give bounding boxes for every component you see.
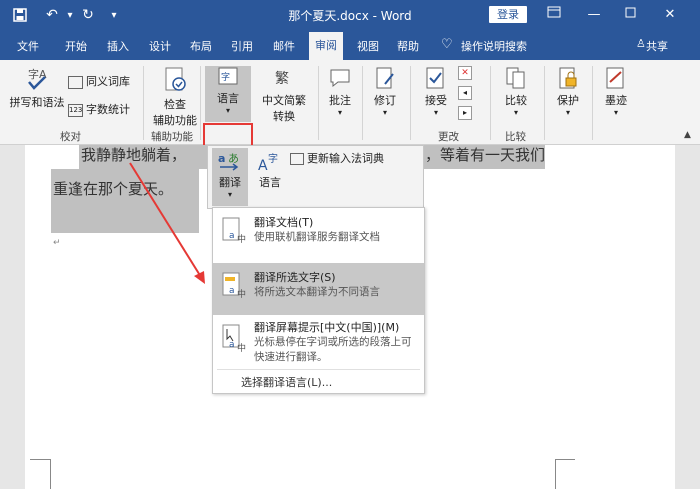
annotation-arrow bbox=[129, 162, 205, 284]
